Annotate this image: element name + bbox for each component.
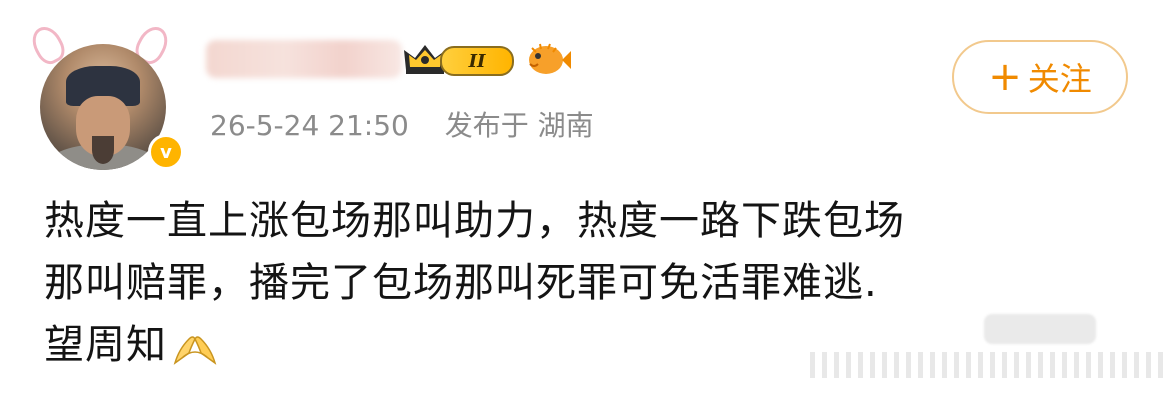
post-content-line-1: 热度一直上涨包场那叫助力，热度一路下跌包场 (44, 198, 905, 244)
post-content: 热度一直上涨包场那叫助力，热度一路下跌包场 那叫赔罪，播完了包场那叫死罪可免活罪… (44, 190, 1124, 376)
post-content-line-3-text: 望周知 (44, 322, 167, 368)
pinched-hands-emoji-icon (173, 336, 217, 365)
author-name-blurred[interactable] (206, 40, 402, 78)
verified-badge-icon: v (148, 134, 184, 170)
watermark-overlay (810, 352, 1170, 378)
level-label: II (440, 46, 514, 76)
plus-icon: + (988, 54, 1022, 100)
watermark-tag (984, 314, 1096, 344)
follow-button-label: 关注 (1027, 60, 1092, 98)
post-content-line-2: 那叫赔罪，播完了包场那叫死罪可免活罪难逃. (44, 260, 878, 306)
author-avatar[interactable]: v (26, 21, 184, 170)
post-timestamp: 26-5-24 21:50 (210, 109, 409, 142)
pufferfish-icon[interactable] (524, 36, 572, 80)
post-meta: 26-5-24 21:50 发布于 湖南 (210, 104, 594, 144)
post-location: 发布于 湖南 (444, 109, 594, 142)
vip-level-badge[interactable]: II (402, 40, 518, 78)
follow-button[interactable]: + 关注 (952, 40, 1128, 114)
